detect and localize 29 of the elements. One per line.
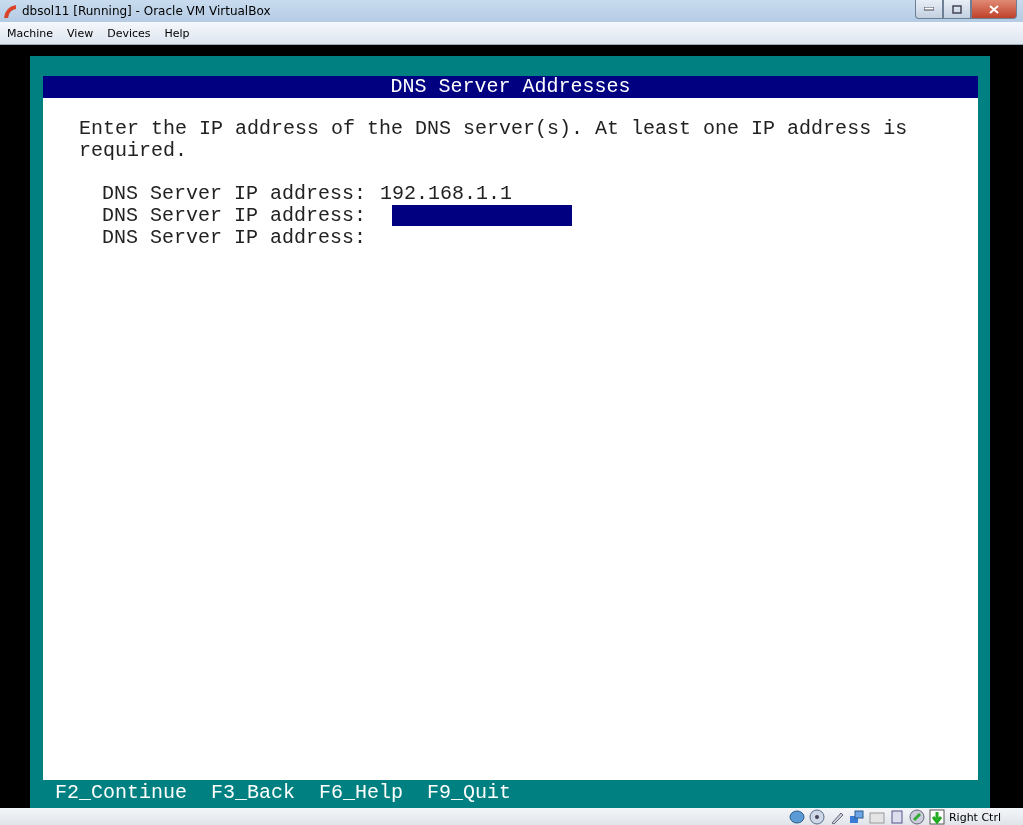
function-key-hint: F2_Continue	[55, 780, 188, 804]
menu-item[interactable]: Machine	[0, 26, 61, 40]
cd-icon[interactable]	[808, 809, 825, 825]
close-icon	[989, 4, 999, 14]
field-label: DNS Server IP address:	[102, 205, 367, 227]
screen-title: DNS Server Addresses	[43, 76, 978, 98]
ip-address-field[interactable]	[392, 205, 573, 226]
app-logo-icon	[2, 3, 18, 19]
ip-address-field[interactable]: 192.168.1.1	[380, 183, 561, 204]
field-label: DNS Server IP address:	[102, 227, 367, 249]
function-key-hint: F6_Help	[319, 780, 404, 804]
network-icon[interactable]	[848, 809, 865, 825]
function-key-hint: F9_Quit	[427, 780, 512, 804]
menu-item[interactable]: View	[60, 26, 101, 40]
field-label: DNS Server IP address:	[102, 183, 367, 205]
disk-icon[interactable]	[788, 809, 805, 825]
menu-item[interactable]: Devices	[100, 26, 158, 40]
maximize-button[interactable]	[943, 0, 971, 19]
maximize-icon	[952, 4, 962, 14]
host-key-label: Right Ctrl	[948, 810, 1001, 824]
minimize-button[interactable]	[915, 0, 943, 19]
function-key-hint: F3_Back	[211, 780, 296, 804]
minimize-icon	[924, 7, 934, 11]
instructions-text: Enter the IP address of the DNS server(s). At least one IP address is required.	[79, 118, 909, 162]
mouse-integration-icon[interactable]	[908, 809, 925, 825]
close-button[interactable]	[971, 0, 1017, 19]
window-title: dbsol11 [Running] - Oracle VM VirtualBox	[22, 4, 271, 18]
down-arrow-icon[interactable]	[928, 809, 945, 825]
menu-item[interactable]: Help	[157, 26, 197, 40]
